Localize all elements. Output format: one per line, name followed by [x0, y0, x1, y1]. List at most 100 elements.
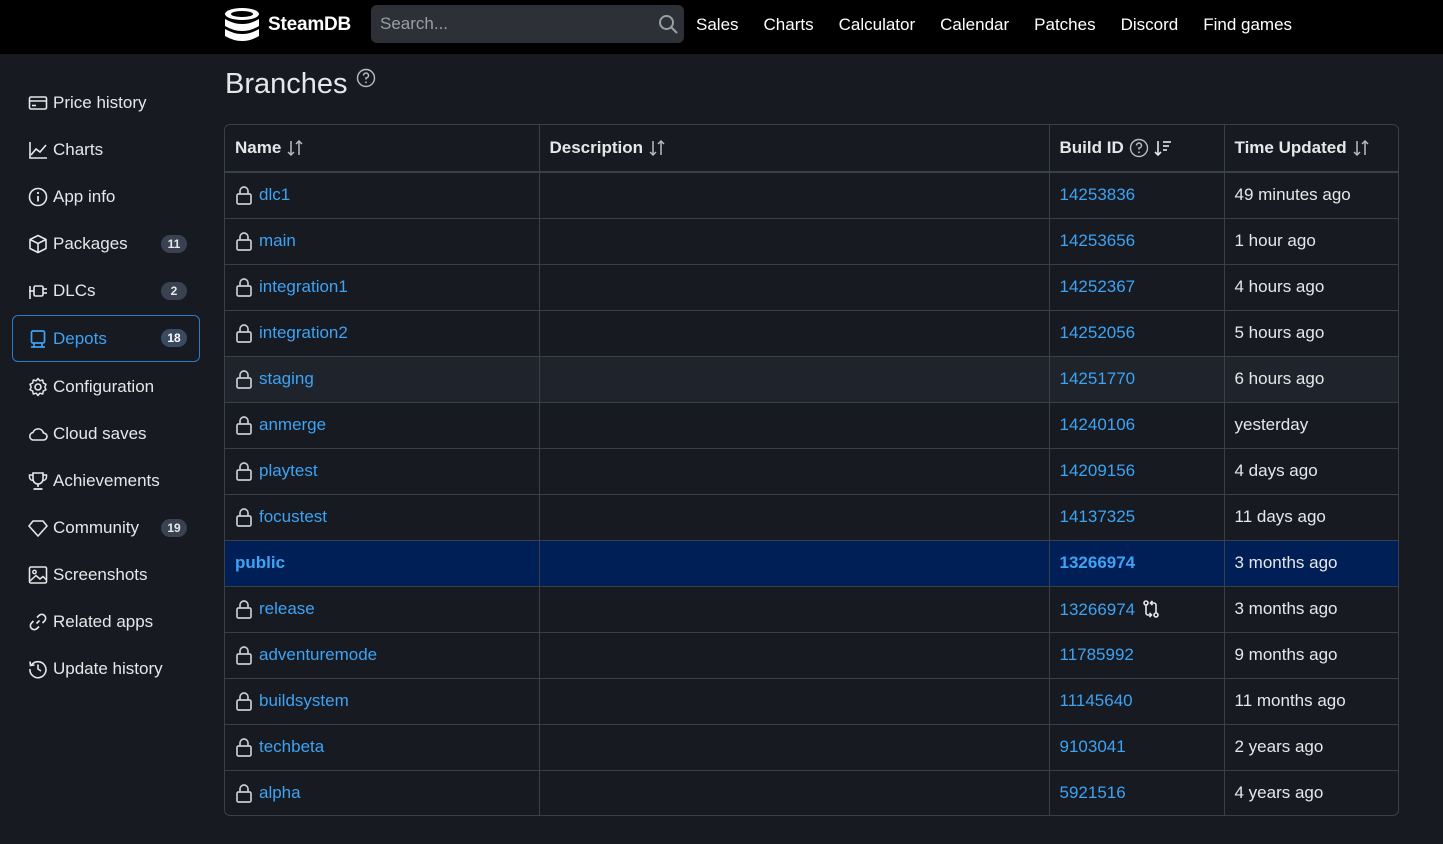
- build-id-link[interactable]: 5921516: [1060, 783, 1126, 802]
- branch-name-link[interactable]: buildsystem: [259, 691, 349, 711]
- cell-name: adventuremode: [225, 631, 540, 678]
- cell-description: [539, 539, 1050, 586]
- build-id-link[interactable]: 13266974: [1060, 553, 1136, 572]
- cell-time-updated: 4 days ago: [1224, 447, 1398, 494]
- table-row: playtest 14209156 4 days ago: [225, 447, 1398, 494]
- column-header-name[interactable]: Name: [225, 125, 540, 173]
- sidebar-item-update-history[interactable]: Update history: [12, 646, 200, 691]
- sidebar-item-community[interactable]: Community 19: [12, 505, 200, 550]
- sidebar-item-label: Depots: [53, 328, 107, 348]
- nav-patches[interactable]: Patches: [1034, 15, 1095, 35]
- column-label: Description: [549, 138, 644, 157]
- cell-name: release: [225, 585, 540, 632]
- cell-description: [539, 401, 1050, 448]
- nav-calendar[interactable]: Calendar: [940, 15, 1009, 35]
- column-header-description[interactable]: Description: [539, 125, 1050, 173]
- build-id-link[interactable]: 14253836: [1060, 185, 1136, 204]
- table-body: dlc1 14253836 49 minutes ago main 14253656 1 …: [225, 171, 1398, 815]
- sidebar-item-screenshots[interactable]: Screenshots: [12, 552, 200, 597]
- search-icon[interactable]: [658, 14, 678, 34]
- lock-icon: [236, 416, 252, 435]
- sidebar-item-depots[interactable]: Depots 18: [12, 315, 200, 362]
- build-id-link[interactable]: 14240106: [1060, 415, 1136, 434]
- cell-name: integration2: [225, 309, 540, 356]
- nav-find-games[interactable]: Find games: [1203, 15, 1292, 35]
- sidebar-item-label: Achievements: [53, 470, 160, 490]
- build-id-link[interactable]: 14251770: [1060, 369, 1136, 388]
- branch-name-link[interactable]: anmerge: [259, 415, 326, 435]
- branch-name-link[interactable]: techbeta: [259, 737, 324, 757]
- depots-count-badge: 18: [161, 329, 187, 347]
- branch-name-link[interactable]: public: [235, 553, 285, 573]
- page-title: Branches: [225, 68, 376, 101]
- branch-name-link[interactable]: adventuremode: [259, 645, 377, 665]
- sidebar-item-label: Community: [53, 517, 139, 537]
- cell-name: public: [225, 539, 540, 586]
- steamdb-logo[interactable]: SteamDB: [222, 5, 351, 45]
- branch-name-link[interactable]: main: [259, 231, 296, 251]
- sidebar-item-dlcs[interactable]: DLCs 2: [12, 268, 200, 313]
- branch-name-link[interactable]: integration1: [259, 277, 348, 297]
- nav-sales[interactable]: Sales: [696, 15, 739, 35]
- branch-name-link[interactable]: release: [259, 599, 315, 619]
- build-id-link[interactable]: 14253656: [1060, 231, 1136, 250]
- cell-description: [539, 171, 1050, 218]
- build-id-link[interactable]: 9103041: [1060, 737, 1126, 756]
- cell-time-updated: 9 months ago: [1224, 631, 1398, 678]
- branch-name-link[interactable]: dlc1: [259, 185, 290, 205]
- branch-name-link[interactable]: focustest: [259, 507, 327, 527]
- sidebar-item-packages[interactable]: Packages 11: [12, 221, 200, 266]
- cell-name: techbeta: [225, 723, 540, 770]
- sidebar-item-app-info[interactable]: App info: [12, 174, 200, 219]
- cell-name: dlc1: [225, 171, 540, 218]
- trophy-icon: [28, 470, 50, 492]
- table-row: alpha 5921516 4 years ago: [225, 769, 1398, 815]
- sidebar-item-achievements[interactable]: Achievements: [12, 458, 200, 503]
- diff-icon[interactable]: [1141, 599, 1161, 619]
- branch-name-link[interactable]: playtest: [259, 461, 318, 481]
- lock-icon: [236, 232, 252, 251]
- cell-description: [539, 677, 1050, 724]
- build-id-link[interactable]: 14137325: [1060, 507, 1136, 526]
- table-row: staging 14251770 6 hours ago: [225, 355, 1398, 402]
- branch-name-link[interactable]: alpha: [259, 783, 301, 803]
- cell-description: [539, 263, 1050, 310]
- sidebar-item-related-apps[interactable]: Related apps: [12, 599, 200, 644]
- column-label: Name: [235, 138, 282, 157]
- search-input[interactable]: [371, 5, 684, 43]
- cell-name: buildsystem: [225, 677, 540, 724]
- cell-time-updated: 4 years ago: [1224, 769, 1398, 815]
- build-id-link[interactable]: 14209156: [1060, 461, 1136, 480]
- server-icon: [28, 328, 50, 350]
- cell-time-updated: 6 hours ago: [1224, 355, 1398, 402]
- column-header-time-updated[interactable]: Time Updated: [1224, 125, 1398, 173]
- nav-calculator[interactable]: Calculator: [839, 15, 916, 35]
- cell-time-updated: 49 minutes ago: [1224, 171, 1398, 218]
- branch-name-link[interactable]: staging: [259, 369, 314, 389]
- sidebar-item-price-history[interactable]: Price history: [12, 80, 200, 125]
- build-id-link[interactable]: 13266974: [1060, 600, 1136, 619]
- sidebar-item-label: App info: [53, 186, 116, 206]
- build-id-link[interactable]: 11785992: [1060, 645, 1134, 664]
- cell-build-id: 14209156: [1049, 447, 1225, 494]
- branch-name-link[interactable]: integration2: [259, 323, 348, 343]
- build-id-link[interactable]: 14252367: [1060, 277, 1136, 296]
- help-icon[interactable]: [356, 68, 376, 88]
- steamdb-logo-icon: [225, 8, 259, 41]
- nav-discord[interactable]: Discord: [1121, 15, 1179, 35]
- package-icon: [28, 233, 50, 255]
- table-row: adventuremode 11785992 9 months ago: [225, 631, 1398, 678]
- sidebar-item-charts[interactable]: Charts: [12, 127, 200, 172]
- table-header-row: Name Description Build ID Time Updated: [225, 125, 1398, 173]
- nav-charts[interactable]: Charts: [764, 15, 814, 35]
- sidebar-item-configuration[interactable]: Configuration: [12, 364, 200, 409]
- link-icon: [28, 611, 50, 633]
- build-id-link[interactable]: 14252056: [1060, 323, 1136, 342]
- cell-description: [539, 493, 1050, 540]
- column-header-build-id[interactable]: Build ID: [1049, 125, 1225, 173]
- lock-icon: [236, 278, 252, 297]
- help-icon[interactable]: [1129, 138, 1149, 158]
- sidebar-item-cloud-saves[interactable]: Cloud saves: [12, 411, 200, 456]
- build-id-link[interactable]: 11145640: [1060, 691, 1133, 710]
- cell-description: [539, 585, 1050, 632]
